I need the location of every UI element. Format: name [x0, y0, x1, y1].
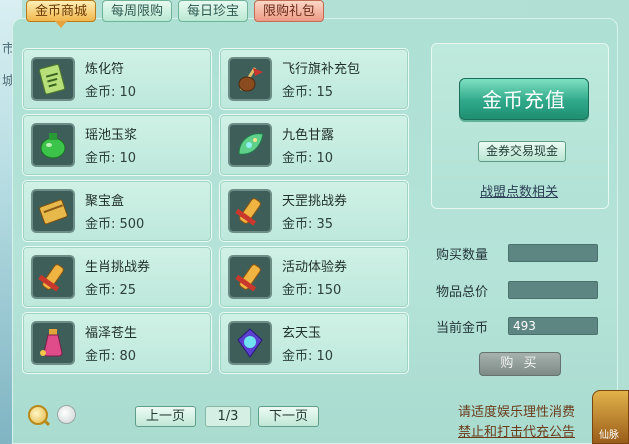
- corner-activity-icon[interactable]: 仙脉: [592, 390, 629, 444]
- shop-tabs: 金币商城 每周限购 每日珍宝 限购礼包: [26, 0, 325, 28]
- item-price: 金币: 25: [85, 283, 137, 298]
- item-price: 金币: 10: [282, 349, 334, 364]
- item-name: 瑶池玉浆: [85, 128, 138, 143]
- item-name: 聚宝盒: [85, 194, 125, 209]
- shop-item[interactable]: 炼化符 金币: 10: [22, 48, 212, 110]
- tab-daily-treasure[interactable]: 每日珍宝: [178, 0, 249, 22]
- item-price: 金币: 35: [282, 217, 334, 232]
- current-gold-label: 当前金币: [436, 321, 489, 336]
- talisman-icon: [31, 57, 75, 101]
- item-name: 炼化符: [85, 62, 125, 77]
- nectar-leaf-icon: [228, 123, 272, 167]
- item-name: 活动体验券: [282, 260, 348, 275]
- item-name: 玄天玉: [282, 326, 322, 341]
- scroll-icon: [31, 255, 75, 299]
- item-price: 金币: 150: [282, 283, 342, 298]
- tab-gold-mall[interactable]: 金币商城: [26, 0, 97, 28]
- notice-anti-proxy-link[interactable]: 禁止和打击代充公告: [458, 421, 575, 440]
- shop-item[interactable]: 瑶池玉浆 金币: 10: [22, 114, 212, 176]
- item-grid: 炼化符 金币: 10 飞行旗补充包 金币: 15 瑶池玉浆 金币: 10 九色甘…: [22, 48, 410, 374]
- next-page-button[interactable]: 下一页: [258, 406, 320, 427]
- item-name: 福泽苍生: [85, 326, 138, 341]
- item-name: 天罡挑战券: [282, 194, 348, 209]
- flag-pack-icon: [228, 57, 272, 101]
- corner-activity-label: 仙脉: [599, 430, 619, 441]
- item-name: 飞行旗补充包: [282, 62, 361, 77]
- item-price: 金币: 10: [85, 85, 137, 100]
- alliance-points-link[interactable]: 战盟点数相关: [480, 181, 558, 200]
- tab-limited-pack[interactable]: 限购礼包: [254, 0, 325, 22]
- quantity-field[interactable]: [508, 244, 598, 262]
- fortune-bottle-icon: [31, 321, 75, 365]
- current-gold-field: 493: [508, 317, 598, 335]
- shop-item[interactable]: 聚宝盒 金币: 500: [22, 180, 212, 242]
- page-indicator: 1/3: [205, 406, 251, 427]
- shop-item[interactable]: 九色甘露 金币: 10: [219, 114, 409, 176]
- exchange-button[interactable]: 金券交易现金: [478, 141, 566, 162]
- tab-weekly-limited[interactable]: 每周限购: [102, 0, 173, 22]
- item-price: 金币: 80: [85, 349, 137, 364]
- scroll-icon: [228, 255, 272, 299]
- item-price: 金币: 10: [282, 151, 334, 166]
- shop-item[interactable]: 生肖挑战券 金币: 25: [22, 246, 212, 308]
- shop-item[interactable]: 活动体验券 金币: 150: [219, 246, 409, 308]
- shop-item[interactable]: 天罡挑战券 金币: 35: [219, 180, 409, 242]
- shop-item[interactable]: 福泽苍生 金币: 80: [22, 312, 212, 374]
- search-icon[interactable]: [28, 405, 48, 425]
- item-name: 九色甘露: [282, 128, 335, 143]
- item-name: 生肖挑战券: [85, 260, 151, 275]
- item-price: 金币: 10: [85, 151, 137, 166]
- shop-item[interactable]: 玄天玉 金币: 10: [219, 312, 409, 374]
- item-price: 金币: 15: [282, 85, 334, 100]
- scroll-icon: [228, 189, 272, 233]
- buy-button[interactable]: 购 买: [479, 352, 561, 376]
- circle-icon[interactable]: [57, 405, 76, 424]
- recharge-button[interactable]: 金币充值: [459, 78, 589, 120]
- item-price: 金币: 500: [85, 217, 145, 232]
- jade-potion-icon: [31, 123, 75, 167]
- shop-item[interactable]: 飞行旗补充包 金币: 15: [219, 48, 409, 110]
- mystic-jade-icon: [228, 321, 272, 365]
- notice-rational-spending: 请适度娱乐理性消费: [458, 405, 576, 420]
- quantity-label: 购买数量: [436, 248, 489, 263]
- total-price-field: [508, 281, 598, 299]
- total-price-label: 物品总价: [436, 285, 489, 300]
- prev-page-button[interactable]: 上一页: [135, 406, 197, 427]
- treasure-box-icon: [31, 189, 75, 233]
